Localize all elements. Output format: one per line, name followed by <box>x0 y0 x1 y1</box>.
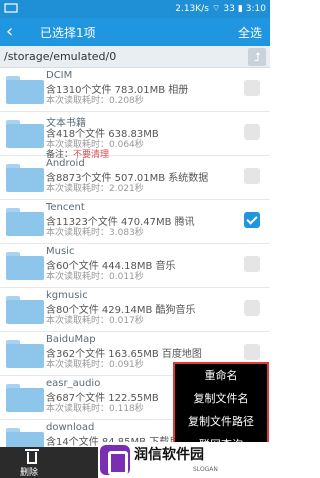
select-checkbox[interactable] <box>244 256 260 272</box>
select-checkbox[interactable] <box>244 168 260 184</box>
status-bar: 2.13K/s ⌔ 33 ▮ 3:10 <box>0 0 270 18</box>
read-time: 本次读取耗时：0.017秒 <box>46 316 144 326</box>
selection-count-title: 已选择1项 <box>40 26 96 40</box>
select-checkbox[interactable] <box>244 300 260 316</box>
clock: 3:10 <box>245 3 266 14</box>
current-path: /storage/emulated/0 <box>4 50 117 63</box>
folder-name: Tencent <box>46 202 85 213</box>
read-time: 本次读取耗时：0.091秒 <box>46 360 144 370</box>
path-bar: /storage/emulated/0 ⮥ <box>0 46 270 68</box>
delete-button[interactable]: 删除 <box>20 465 38 478</box>
folder-icon <box>6 120 44 148</box>
folder-icon <box>6 296 44 324</box>
read-time: 本次读取耗时：3.083秒 <box>46 228 144 238</box>
folder-name: download <box>46 422 95 433</box>
file-row[interactable]: Music 含60个文件 444.18MB 音乐 本次读取耗时：0.011秒 <box>0 244 270 288</box>
file-row[interactable]: kgmusic 含80个文件 429.14MB 酷狗音乐 本次读取耗时：0.017秒 <box>0 288 270 332</box>
folder-name: kgmusic <box>46 290 88 301</box>
back-arrow-icon[interactable]: ‹ <box>6 21 26 43</box>
read-time: 本次读取耗时：0.011秒 <box>46 272 144 282</box>
file-row[interactable]: 文本书籍 含418个文件 638.83MB 本次读取耗时：0.064秒 备注：不要清理 <box>0 112 270 160</box>
context-menu-item[interactable]: 重命名 <box>175 364 267 387</box>
folder-name: BaiduMap <box>46 334 96 345</box>
read-time: 本次读取耗时：0.208秒 <box>46 96 144 106</box>
folder-name: Android <box>46 158 85 169</box>
file-row[interactable]: Android 含8873个文件 507.01MB 系统数据 本次读取耗时：2.02… <box>0 156 270 200</box>
folder-icon <box>6 76 44 104</box>
file-row[interactable]: Tencent 含11323个文件 470.47MB 腾讯 本次读取耗时：3.083… <box>0 200 270 244</box>
select-checkbox[interactable] <box>244 344 260 360</box>
file-row[interactable]: DCIM 含1310个文件 783.01MB 相册 本次读取耗时：0.208秒 <box>0 68 270 112</box>
folder-icon <box>6 164 44 192</box>
network-speed: 2.13K/s <box>175 3 209 14</box>
folder-icon <box>6 252 44 280</box>
folder-icon <box>6 340 44 368</box>
select-checkbox[interactable] <box>244 124 260 140</box>
context-menu-item[interactable]: 复制文件名 <box>175 387 267 410</box>
folder-name: DCIM <box>46 70 73 81</box>
brand-logo-icon <box>100 445 130 475</box>
status-indicators: 2.13K/s ⌔ 33 ▮ 3:10 <box>175 3 266 15</box>
folder-name: Music <box>46 246 75 257</box>
select-all-button[interactable]: 全选 <box>238 24 262 41</box>
folder-icon <box>6 384 44 412</box>
watermark-brand: 润信软件园 <box>134 447 204 463</box>
trash-icon[interactable] <box>23 449 41 465</box>
select-checkbox[interactable] <box>244 80 260 96</box>
parent-folder-up-icon[interactable]: ⮥ <box>248 48 266 66</box>
folder-name: easr_audio <box>46 378 101 389</box>
notification-icon <box>4 3 18 13</box>
folder-icon <box>6 208 44 236</box>
read-time: 本次读取耗时：2.021秒 <box>46 184 144 194</box>
signal-strength: 33 <box>223 3 235 14</box>
wifi-icon: ⌔ <box>211 4 221 14</box>
read-time: 本次读取耗时：0.118秒 <box>46 404 144 414</box>
title-bar: ‹ 已选择1项 全选 <box>0 18 270 46</box>
battery-icon: ▮ <box>237 3 243 14</box>
watermark-slogan: SLOGAN <box>193 466 218 473</box>
watermark-logo: 润信软件园 SLOGAN <box>98 442 270 478</box>
select-checkbox[interactable] <box>244 212 260 228</box>
folder-icon <box>6 428 44 447</box>
context-menu-item[interactable]: 复制文件路径 <box>175 410 267 433</box>
